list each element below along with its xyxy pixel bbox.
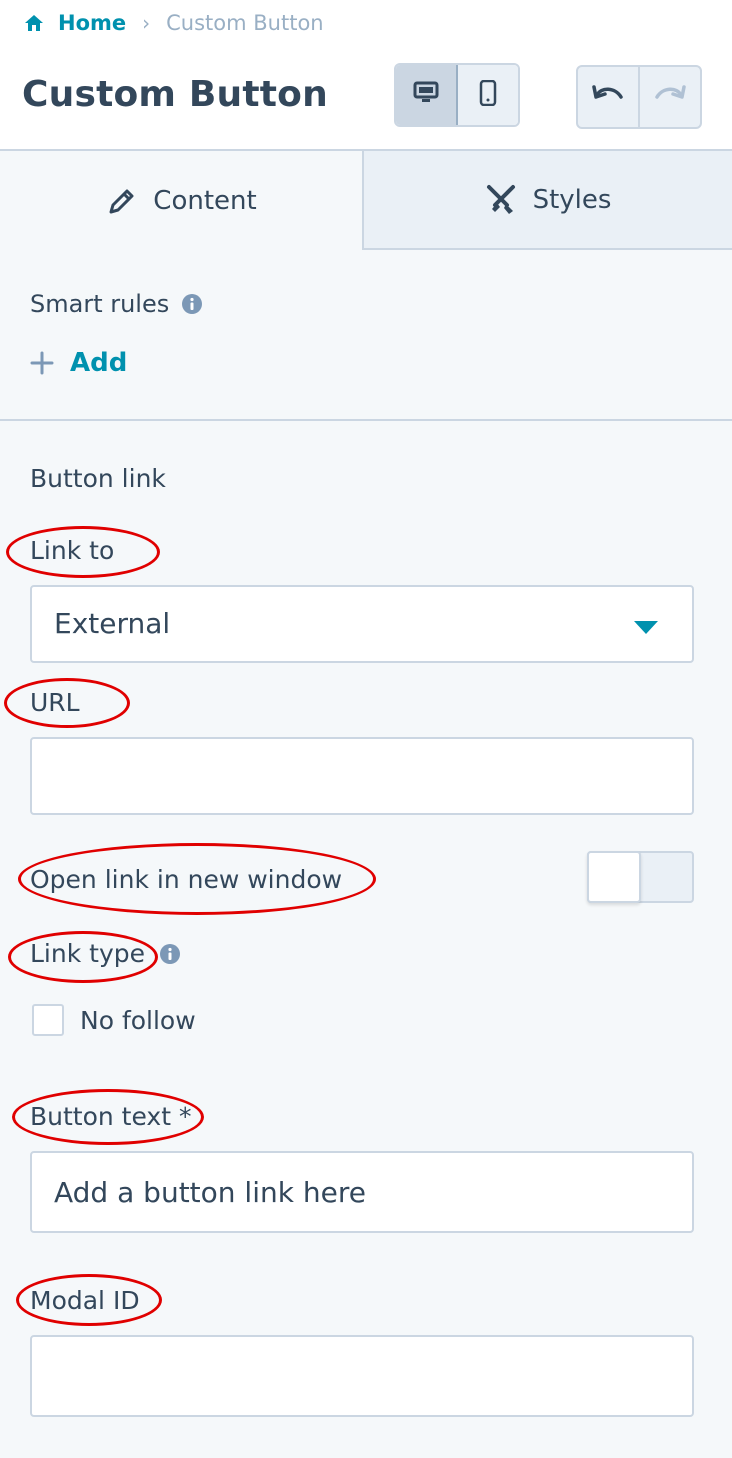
breadcrumb-separator: ›: [142, 11, 151, 35]
undo-button[interactable]: [578, 67, 640, 127]
info-icon[interactable]: [181, 293, 203, 315]
tab-content-label: Content: [153, 185, 257, 216]
info-icon[interactable]: [159, 943, 181, 965]
page-title: Custom Button: [22, 74, 328, 115]
breadcrumb-current: Custom Button: [166, 11, 324, 35]
mobile-view-button[interactable]: [458, 65, 518, 125]
button-text-field[interactable]: [30, 1151, 694, 1233]
url-label: URL: [30, 688, 80, 717]
desktop-icon: [413, 81, 439, 109]
modal-id-field[interactable]: [30, 1335, 694, 1417]
link-to-label: Link to: [30, 536, 115, 565]
link-type-heading: Link type: [30, 939, 181, 968]
desktop-view-button[interactable]: [396, 65, 458, 125]
smart-rules-label: Smart rules: [30, 290, 170, 318]
paintbrush-icon: [485, 183, 519, 217]
home-icon[interactable]: [24, 12, 46, 34]
button-link-section-label: Button link: [30, 464, 166, 493]
device-preview-toggle: [394, 63, 520, 127]
mobile-icon: [479, 79, 497, 110]
redo-icon: [653, 83, 687, 111]
no-follow-label: No follow: [80, 1005, 196, 1035]
modal-id-input[interactable]: [32, 1337, 692, 1415]
no-follow-option: No follow: [32, 1003, 196, 1037]
toggle-knob: [587, 851, 641, 903]
url-input[interactable]: [32, 739, 692, 813]
add-smart-rule-button[interactable]: Add: [30, 344, 127, 382]
editor-tabs: Content Styles: [0, 151, 732, 250]
add-label: Add: [70, 348, 128, 378]
undo-icon: [591, 83, 625, 111]
tab-content[interactable]: Content: [0, 151, 362, 250]
modal-id-label: Modal ID: [30, 1286, 140, 1315]
link-type-label: Link type: [30, 939, 145, 968]
breadcrumb-home-link[interactable]: Home: [58, 11, 126, 35]
link-to-selected-value: External: [54, 607, 171, 640]
button-text-input[interactable]: [32, 1153, 692, 1231]
url-field[interactable]: [30, 737, 694, 815]
breadcrumb: Home › Custom Button: [24, 8, 324, 38]
section-divider: [0, 419, 732, 421]
link-to-select[interactable]: External: [30, 585, 694, 663]
plus-icon: [30, 351, 54, 375]
no-follow-checkbox[interactable]: [32, 1004, 64, 1036]
tab-styles-label: Styles: [532, 184, 612, 215]
history-controls: [576, 65, 702, 129]
open-new-window-label: Open link in new window: [30, 865, 343, 894]
redo-button[interactable]: [640, 67, 700, 127]
open-new-window-toggle[interactable]: [587, 851, 694, 903]
smart-rules-heading: Smart rules: [30, 290, 203, 318]
editor-header: Home › Custom Button Custom Button: [0, 0, 732, 151]
button-text-label: Button text *: [30, 1102, 192, 1131]
caret-down-icon: [634, 619, 658, 638]
tab-styles[interactable]: Styles: [362, 151, 732, 250]
pencil-icon: [105, 184, 139, 218]
